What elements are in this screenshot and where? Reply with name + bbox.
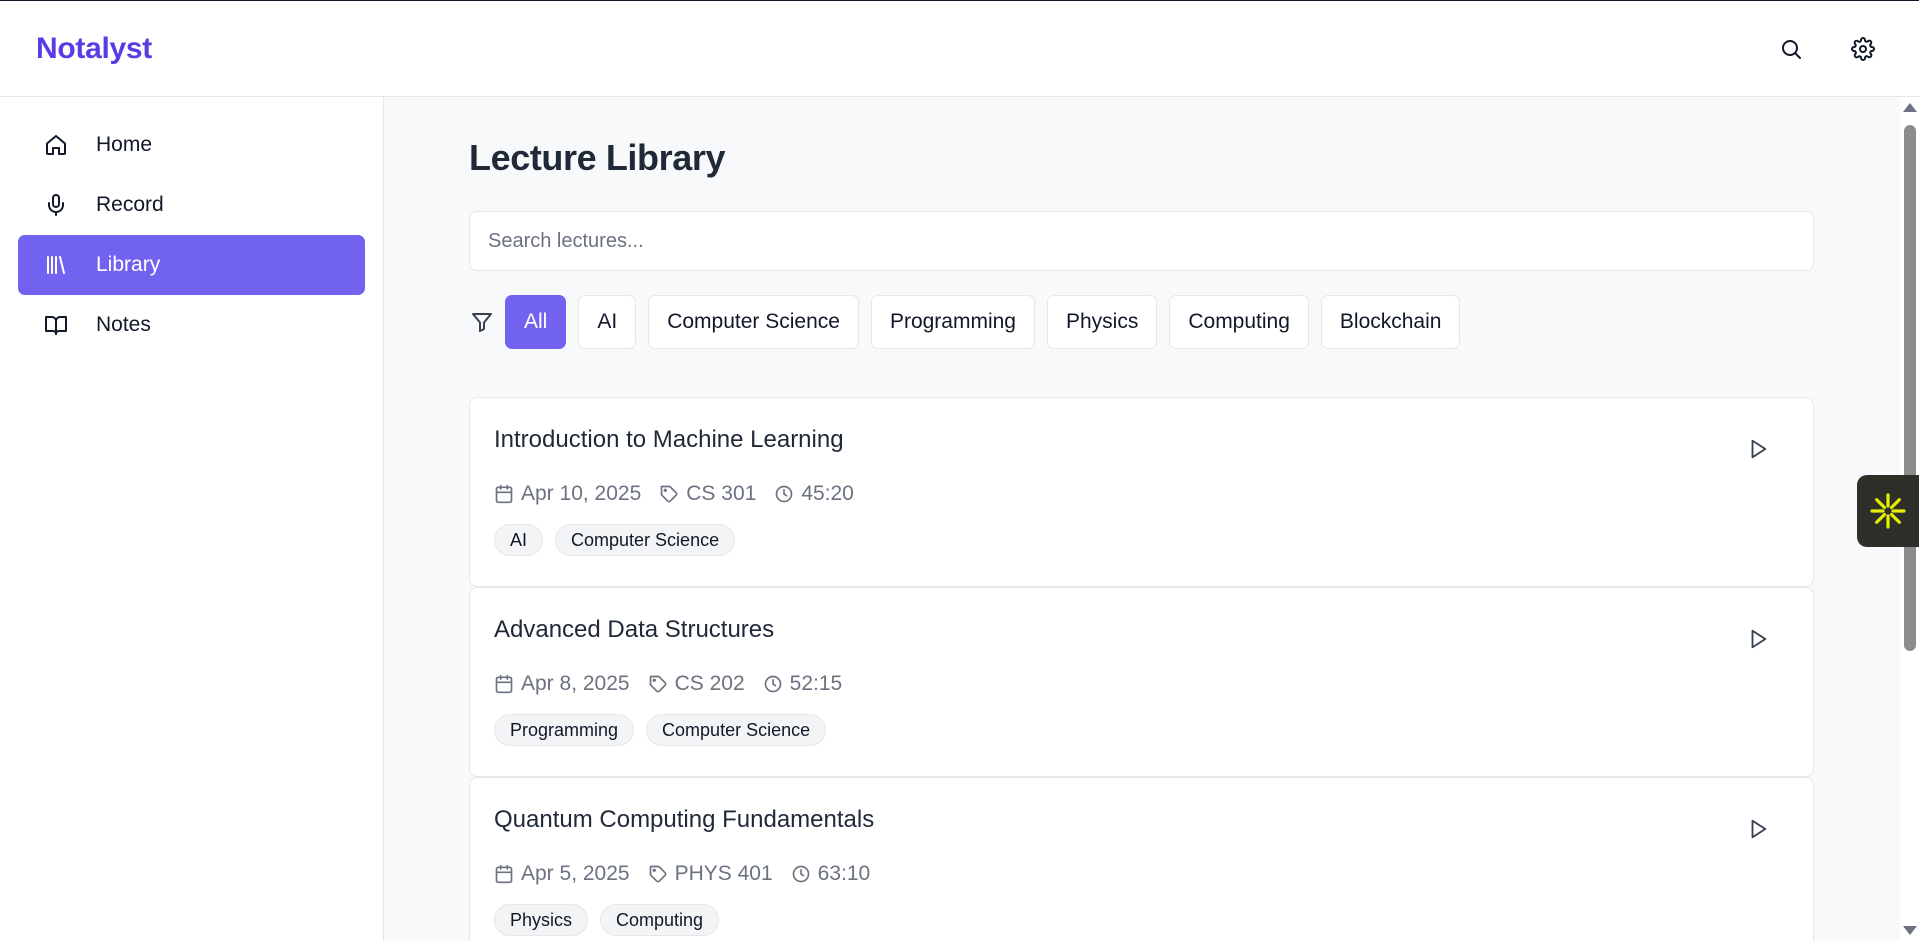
lecture-course: PHYS 401 xyxy=(648,862,773,886)
lecture-course: CS 301 xyxy=(659,482,756,506)
sidebar-item-label: Library xyxy=(96,253,161,276)
filter-chip-ai[interactable]: AI xyxy=(578,295,637,349)
lecture-duration: 63:10 xyxy=(791,862,870,886)
lecture-list: Introduction to Machine Learning Apr 10,… xyxy=(469,397,1814,941)
calendar-icon xyxy=(495,674,513,694)
home-icon xyxy=(42,131,70,159)
main-content: Lecture Library All AI Computer Science … xyxy=(384,97,1900,941)
clock-icon xyxy=(792,865,809,883)
lecture-date: Apr 10, 2025 xyxy=(494,482,641,506)
tag-badge: Computer Science xyxy=(646,714,827,746)
filter-chip-computer-science[interactable]: Computer Science xyxy=(648,295,859,349)
app-logo[interactable]: Notalyst xyxy=(36,32,152,66)
play-icon[interactable] xyxy=(1743,434,1773,464)
search-icon[interactable] xyxy=(1773,31,1809,67)
lecture-title: Advanced Data Structures xyxy=(494,616,775,643)
tag-badge: Computing xyxy=(600,904,720,936)
lecture-date: Apr 8, 2025 xyxy=(494,672,630,696)
lecture-card[interactable]: Advanced Data Structures Apr 8, 2025 CS … xyxy=(469,587,1814,777)
tag-badge: Computer Science xyxy=(555,524,736,556)
lecture-duration: 45:20 xyxy=(774,482,854,506)
play-icon[interactable] xyxy=(1743,624,1773,654)
filter-chip-all[interactable]: All xyxy=(505,295,567,349)
sidebar-item-label: Notes xyxy=(96,313,151,336)
microphone-icon xyxy=(42,191,70,219)
gear-icon[interactable] xyxy=(1845,31,1881,67)
book-icon xyxy=(42,311,70,339)
tag-icon xyxy=(660,485,678,503)
filter-bar: All AI Computer Science Programming Phys… xyxy=(469,295,1814,349)
sidebar-item-library[interactable]: Library xyxy=(18,235,365,295)
filter-icon xyxy=(469,309,495,335)
lecture-date: Apr 5, 2025 xyxy=(494,862,630,886)
lecture-meta: Apr 8, 2025 CS 202 52:15 xyxy=(494,672,1789,696)
lecture-card[interactable]: Quantum Computing Fundamentals Apr 5, 20… xyxy=(469,777,1814,941)
calendar-icon xyxy=(495,484,513,504)
filter-chip-programming[interactable]: Programming xyxy=(870,295,1035,349)
search-input[interactable] xyxy=(488,229,1813,253)
lecture-title: Quantum Computing Fundamentals xyxy=(494,806,875,833)
sidebar-item-home[interactable]: Home xyxy=(18,115,365,175)
lecture-course: CS 202 xyxy=(648,672,745,696)
sidebar-item-record[interactable]: Record xyxy=(18,175,365,235)
filter-chip-physics[interactable]: Physics xyxy=(1046,295,1158,349)
library-icon xyxy=(42,251,70,279)
filter-chip-blockchain[interactable]: Blockchain xyxy=(1320,295,1461,349)
tag-badge: Physics xyxy=(494,904,589,936)
lecture-duration: 52:15 xyxy=(763,672,842,696)
lecture-meta: Apr 5, 2025 PHYS 401 63:10 xyxy=(494,862,1789,886)
search-box xyxy=(469,211,1814,271)
lecture-tags: Physics Computing xyxy=(494,904,1789,936)
page-title: Lecture Library xyxy=(469,137,726,178)
filter-chip-computing[interactable]: Computing xyxy=(1169,295,1309,349)
tag-badge: Programming xyxy=(494,714,635,746)
play-icon[interactable] xyxy=(1743,814,1773,844)
clock-icon xyxy=(775,485,793,503)
lecture-meta: Apr 10, 2025 CS 301 45:20 xyxy=(494,482,1789,506)
sidebar: Home Record Library Notes xyxy=(0,97,384,941)
app-header: Notalyst xyxy=(0,1,1919,97)
lecture-tags: Programming Computer Science xyxy=(494,714,1789,746)
scroll-thumb[interactable] xyxy=(1904,125,1916,651)
calendar-icon xyxy=(495,864,513,884)
assistant-widget-button[interactable] xyxy=(1857,475,1919,547)
sidebar-item-notes[interactable]: Notes xyxy=(18,295,365,355)
tag-icon xyxy=(649,865,667,883)
scroll-up-arrow-icon[interactable] xyxy=(1903,103,1917,112)
lecture-tags: AI Computer Science xyxy=(494,524,1789,556)
scroll-down-arrow-icon[interactable] xyxy=(1903,926,1917,935)
sidebar-item-label: Home xyxy=(96,133,153,156)
tag-badge: AI xyxy=(494,524,544,556)
lecture-title: Introduction to Machine Learning xyxy=(494,426,844,453)
tag-icon xyxy=(649,675,667,693)
clock-icon xyxy=(764,675,781,693)
sidebar-item-label: Record xyxy=(96,193,164,216)
sparkle-icon xyxy=(1870,493,1906,529)
lecture-card[interactable]: Introduction to Machine Learning Apr 10,… xyxy=(469,397,1814,587)
header-actions xyxy=(1773,31,1881,67)
